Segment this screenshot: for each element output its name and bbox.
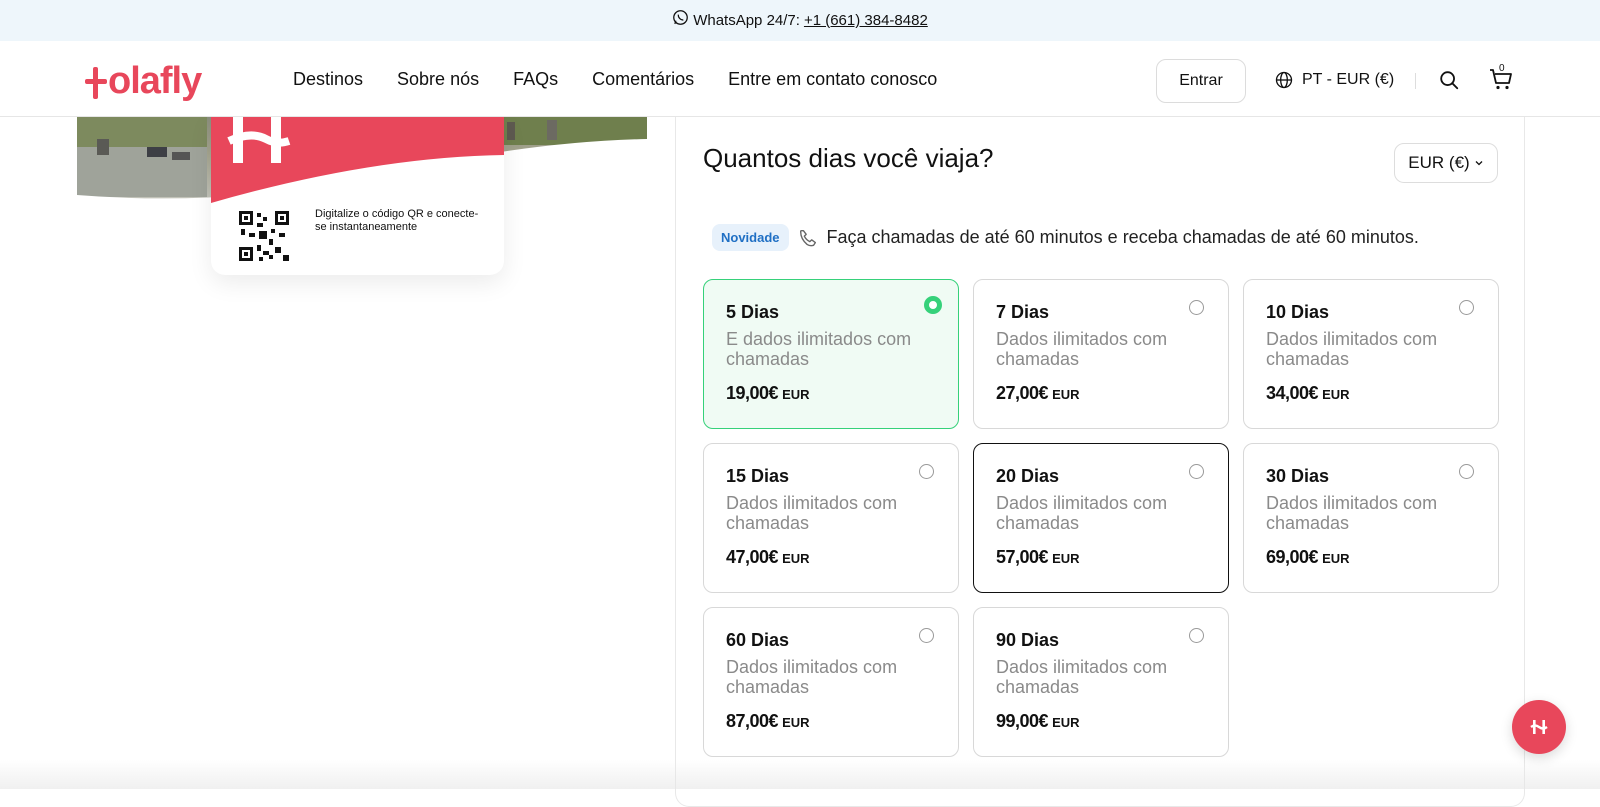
logo-text: olafly bbox=[108, 59, 202, 102]
plan-radio[interactable] bbox=[919, 628, 934, 643]
plan-price-value: 27,00€ bbox=[996, 383, 1049, 403]
plan-price-value: 34,00€ bbox=[1266, 383, 1319, 403]
holafly-chat-icon bbox=[1530, 720, 1548, 734]
plan-price: 27,00€ EUR bbox=[996, 383, 1080, 404]
plan-name: 60 Dias bbox=[726, 630, 790, 650]
plan-price-value: 87,00€ bbox=[726, 711, 779, 731]
plan-price-value: 69,00€ bbox=[1266, 547, 1319, 567]
plan-price: 99,00€ EUR bbox=[996, 711, 1080, 732]
plan-description: Dados ilimitados com chamadas bbox=[1266, 329, 1438, 369]
site-header: olafly Destinos Sobre nós FAQs Comentári… bbox=[0, 41, 1600, 117]
plan-price: 19,00€ EUR bbox=[726, 383, 810, 404]
plan-radio[interactable] bbox=[1189, 300, 1204, 315]
currency-value: EUR (€) bbox=[1408, 153, 1470, 172]
plan-option-5-dias[interactable]: 5 Dias E dados ilimitados com chamadas 1… bbox=[703, 279, 959, 429]
plan-price: 57,00€ EUR bbox=[996, 547, 1080, 568]
language-selector[interactable]: PT - EUR (€) bbox=[1274, 70, 1394, 90]
currency-dropdown[interactable]: EUR (€) bbox=[1394, 143, 1498, 183]
plan-name: 10 Dias bbox=[1266, 302, 1330, 322]
plan-description: Dados ilimitados com chamadas bbox=[726, 493, 898, 533]
plan-price-currency: EUR bbox=[782, 387, 810, 402]
plan-price-currency: EUR bbox=[1052, 715, 1080, 730]
plan-price-currency: EUR bbox=[1052, 387, 1080, 402]
plan-price-value: 99,00€ bbox=[996, 711, 1049, 731]
plan-price: 34,00€ EUR bbox=[1266, 383, 1350, 404]
logo-h-mark bbox=[85, 63, 107, 99]
plan-name: 30 Dias bbox=[1266, 466, 1330, 486]
plan-price: 47,00€ EUR bbox=[726, 547, 810, 568]
panel-title: Quantos dias você viaja? bbox=[703, 143, 994, 173]
novidade-badge: Novidade bbox=[712, 224, 789, 251]
plan-price: 87,00€ EUR bbox=[726, 711, 810, 732]
plan-price-currency: EUR bbox=[1052, 551, 1080, 566]
plan-price-value: 57,00€ bbox=[996, 547, 1049, 567]
plan-description: Dados ilimitados com chamadas bbox=[996, 493, 1168, 533]
cart-count: 0 bbox=[1499, 63, 1505, 74]
plan-price-currency: EUR bbox=[1322, 551, 1350, 566]
plan-radio[interactable] bbox=[1459, 300, 1474, 315]
nav-comentarios[interactable]: Comentários bbox=[592, 69, 694, 90]
plan-price-currency: EUR bbox=[782, 551, 810, 566]
plan-radio[interactable] bbox=[919, 464, 934, 479]
plan-option-20-dias[interactable]: 20 Dias Dados ilimitados com chamadas 57… bbox=[973, 443, 1229, 593]
qr-code bbox=[239, 211, 289, 261]
plan-name: 7 Dias bbox=[996, 302, 1050, 322]
plan-name: 15 Dias bbox=[726, 466, 790, 486]
chevron-down-icon bbox=[1475, 161, 1483, 166]
plan-name: 20 Dias bbox=[996, 466, 1060, 486]
whatsapp-phone-link[interactable]: +1 (661) 384-8482 bbox=[804, 12, 928, 29]
calls-notice: Novidade Faça chamadas de até 60 minutos… bbox=[712, 224, 1419, 251]
phone-icon bbox=[799, 229, 816, 246]
plan-price-currency: EUR bbox=[782, 715, 810, 730]
plan-description: Dados ilimitados com chamadas bbox=[996, 329, 1168, 369]
plan-option-90-dias[interactable]: 90 Dias Dados ilimitados com chamadas 99… bbox=[973, 607, 1229, 757]
plan-radio[interactable] bbox=[1189, 628, 1204, 643]
plan-option-30-dias[interactable]: 30 Dias Dados ilimitados com chamadas 69… bbox=[1243, 443, 1499, 593]
qr-instructions: Digitalize o código QR e conecte-se inst… bbox=[315, 208, 479, 233]
plan-description: E dados ilimitados com chamadas bbox=[726, 329, 912, 369]
main-nav: Destinos Sobre nós FAQs Comentários Entr… bbox=[293, 69, 937, 90]
plan-price-currency: EUR bbox=[1322, 387, 1350, 402]
plan-description: Dados ilimitados com chamadas bbox=[726, 657, 898, 697]
nav-contato[interactable]: Entre em contato conosco bbox=[728, 69, 937, 90]
plan-price-value: 47,00€ bbox=[726, 547, 779, 567]
plan-radio[interactable] bbox=[1189, 464, 1204, 479]
plan-description: Dados ilimitados com chamadas bbox=[996, 657, 1168, 697]
plan-option-60-dias[interactable]: 60 Dias Dados ilimitados com chamadas 87… bbox=[703, 607, 959, 757]
plan-grid: 5 Dias E dados ilimitados com chamadas 1… bbox=[703, 279, 1503, 757]
holafly-logo[interactable]: olafly bbox=[85, 59, 202, 102]
plan-option-7-dias[interactable]: 7 Dias Dados ilimitados com chamadas 27,… bbox=[973, 279, 1229, 429]
plan-option-15-dias[interactable]: 15 Dias Dados ilimitados com chamadas 47… bbox=[703, 443, 959, 593]
whatsapp-bar: WhatsApp 24/7: +1 (661) 384-8482 bbox=[0, 0, 1600, 41]
plan-selector-panel: Quantos dias você viaja? EUR (€) Novidad… bbox=[675, 117, 1525, 807]
card-red-header bbox=[211, 117, 504, 203]
cart-button[interactable]: 0 bbox=[1488, 63, 1514, 92]
plan-price: 69,00€ EUR bbox=[1266, 547, 1350, 568]
nav-sobre-nos[interactable]: Sobre nós bbox=[397, 69, 479, 90]
plan-name: 5 Dias bbox=[726, 302, 780, 322]
esim-card: Digitalize o código QR e conecte-se inst… bbox=[211, 117, 504, 275]
plan-radio-selected[interactable] bbox=[924, 296, 942, 314]
whatsapp-label: WhatsApp 24/7: bbox=[693, 12, 800, 29]
plan-price-value: 19,00€ bbox=[726, 383, 779, 403]
language-label: PT - EUR (€) bbox=[1302, 71, 1395, 88]
header-divider bbox=[1415, 73, 1416, 89]
globe-icon bbox=[1275, 71, 1293, 89]
plan-name: 90 Dias bbox=[996, 630, 1060, 650]
whatsapp-icon bbox=[673, 10, 689, 25]
calls-notice-text: Faça chamadas de até 60 minutos e receba… bbox=[826, 227, 1419, 247]
login-button[interactable]: Entrar bbox=[1156, 59, 1246, 103]
plan-radio[interactable] bbox=[1459, 464, 1474, 479]
nav-faqs[interactable]: FAQs bbox=[513, 69, 558, 90]
plan-option-10-dias[interactable]: 10 Dias Dados ilimitados com chamadas 34… bbox=[1243, 279, 1499, 429]
nav-destinos[interactable]: Destinos bbox=[293, 69, 363, 90]
search-icon[interactable] bbox=[1438, 69, 1460, 91]
plan-description: Dados ilimitados com chamadas bbox=[1266, 493, 1438, 533]
chat-fab-button[interactable] bbox=[1512, 700, 1566, 754]
